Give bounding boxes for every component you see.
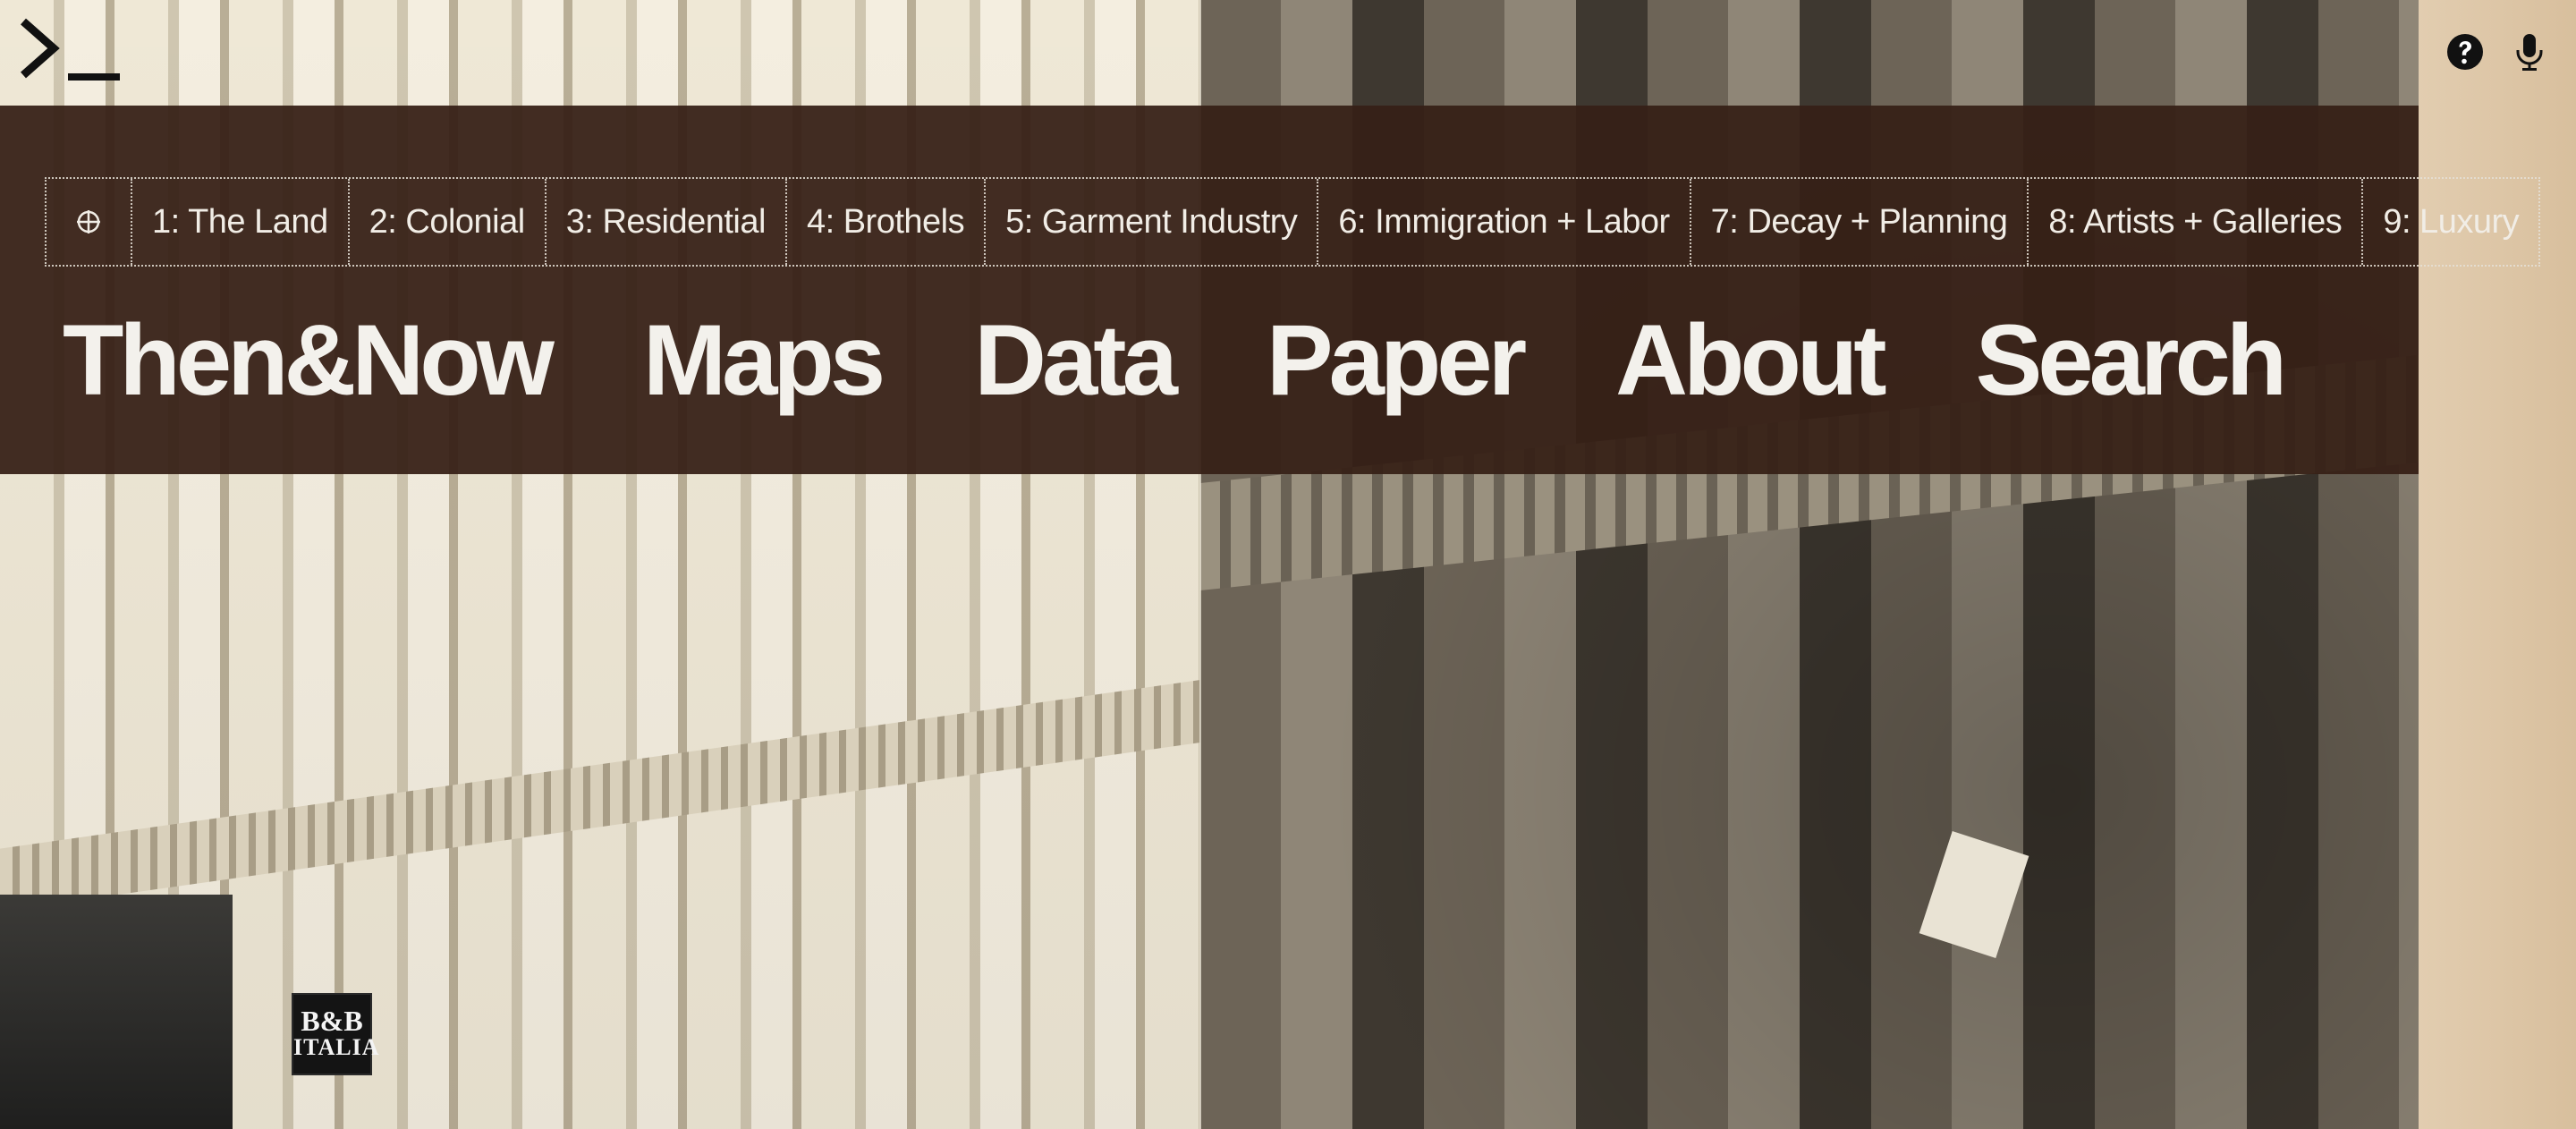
paper-background: [2419, 0, 2576, 1129]
crosshair-icon: [77, 210, 100, 233]
nav-link-search[interactable]: Search: [1976, 293, 2288, 428]
chapter-tab-decay-planning[interactable]: 7: Decay + Planning: [1691, 179, 2029, 265]
store-sign: B&B ITALIA: [292, 993, 380, 1075]
terminal-prompt-icon[interactable]: [18, 16, 123, 88]
chapter-nav: 1: The Land 2: Colonial 3: Residential 4…: [45, 177, 2541, 267]
nav-link-then-now[interactable]: Then&Now: [63, 293, 555, 428]
chapter-tab-the-land[interactable]: 1: The Land: [132, 179, 350, 265]
question-circle-icon[interactable]: [2445, 32, 2485, 72]
store-sign-line2: ITALIA: [293, 1034, 380, 1060]
chapter-tab-artists-galleries[interactable]: 8: Artists + Galleries: [2029, 179, 2364, 265]
chapter-tab-immigration-labor[interactable]: 6: Immigration + Labor: [1318, 179, 1691, 265]
chapter-tab-luxury[interactable]: 9: Luxury: [2363, 179, 2538, 265]
chapter-tab-garment-industry[interactable]: 5: Garment Industry: [986, 179, 1319, 265]
microphone-icon[interactable]: [2510, 32, 2549, 72]
main-nav: Then&Now Maps Data Paper About Search: [63, 293, 2288, 428]
store-sign-line1: B&B: [301, 1005, 363, 1037]
nav-link-maps[interactable]: Maps: [643, 293, 886, 428]
chapter-tab-residential[interactable]: 3: Residential: [547, 179, 787, 265]
top-bar: [0, 0, 2576, 106]
navigation-panel: 1: The Land 2: Colonial 3: Residential 4…: [0, 106, 2541, 474]
nav-link-data[interactable]: Data: [974, 293, 1178, 428]
nav-link-paper[interactable]: Paper: [1267, 293, 1527, 428]
chapter-locate-button[interactable]: [47, 179, 132, 265]
chapter-tab-colonial[interactable]: 2: Colonial: [350, 179, 547, 265]
page: B&B ITALIA 1: The Land 2: Colonial 3: Re…: [0, 0, 2576, 1129]
chapter-tab-brothels[interactable]: 4: Brothels: [787, 179, 987, 265]
nav-link-about[interactable]: About: [1615, 293, 1886, 428]
